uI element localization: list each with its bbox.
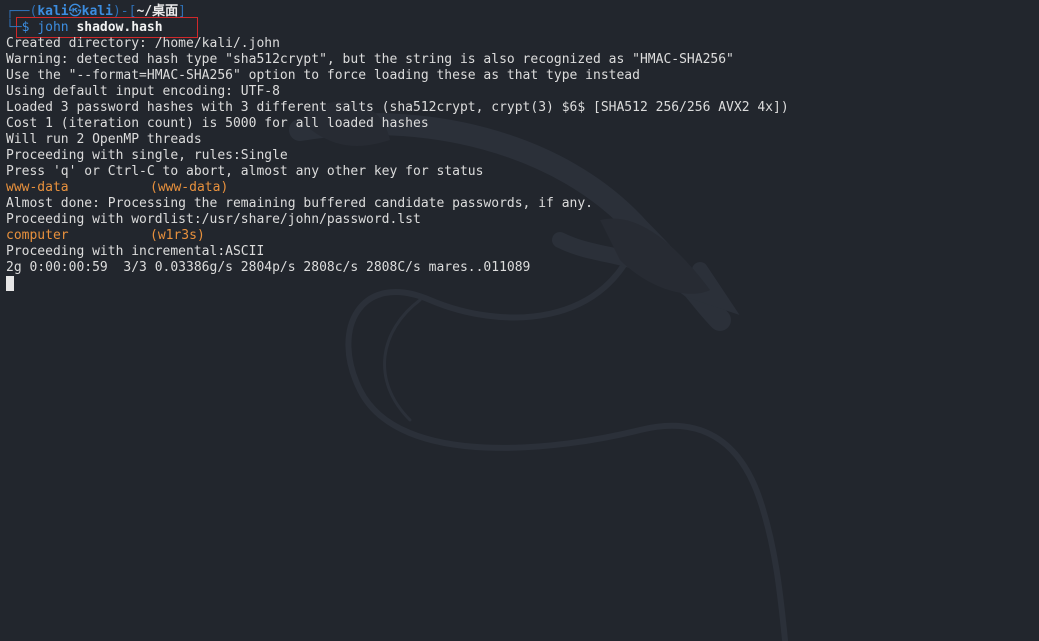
output-line: Press 'q' or Ctrl-C to abort, almost any… [6,164,484,179]
prompt-frame-mid: )-[ [112,4,137,19]
output-line: Loaded 3 password hashes with 3 differen… [6,100,789,115]
prompt-directory: ~/桌面 [136,4,179,19]
prompt-frame-top: ┌──( [6,4,38,19]
output-line: Use the "--format=HMAC-SHA256" option to… [6,68,640,83]
cracked-user: (w1r3s) [150,228,205,243]
prompt-dollar-symbol: $ [21,20,30,35]
output-line: Almost done: Processing the remaining bu… [6,196,593,211]
prompt-at-symbol: ㉿ [68,4,82,19]
prompt-frame-close: ] [178,4,186,19]
cracked-password: www-data [6,180,69,195]
output-line: Proceeding with incremental:ASCII [6,244,265,259]
cracked-password: computer [6,228,69,243]
terminal-output: ┌──(kali㉿kali)-[~/桌面] └─$ john shadow.ha… [6,4,1039,292]
command-name: john [37,20,69,35]
text-cursor [6,276,14,291]
prompt-header: ┌──(kali㉿kali)-[~/桌面] [6,4,1039,20]
output-line: Will run 2 OpenMP threads [6,132,202,147]
prompt-host: kali [81,4,113,19]
cracked-user: (www-data) [150,180,229,195]
cursor-line[interactable] [6,276,1039,292]
prompt-frame-bottom: └─ [6,20,22,35]
prompt-user: kali [37,4,69,19]
status-line: 2g 0:00:00:59 3/3 0.03386g/s 2804p/s 280… [6,260,531,275]
command-line[interactable]: └─$ john shadow.hash [6,20,1039,36]
output-line: Using default input encoding: UTF-8 [6,84,280,99]
output-line: Cost 1 (iteration count) is 5000 for all… [6,116,429,131]
output-line: Warning: detected hash type "sha512crypt… [6,52,734,67]
command-argument: shadow.hash [76,20,163,35]
cracked-password-row: www-data (www-data) [6,180,1039,196]
output-line: Proceeding with single, rules:Single [6,148,288,163]
output-line: Created directory: /home/kali/.john [6,36,280,51]
cracked-password-row: computer (w1r3s) [6,228,1039,244]
terminal-window[interactable]: ┌──(kali㉿kali)-[~/桌面] └─$ john shadow.ha… [0,0,1039,641]
output-line: Proceeding with wordlist:/usr/share/john… [6,212,421,227]
